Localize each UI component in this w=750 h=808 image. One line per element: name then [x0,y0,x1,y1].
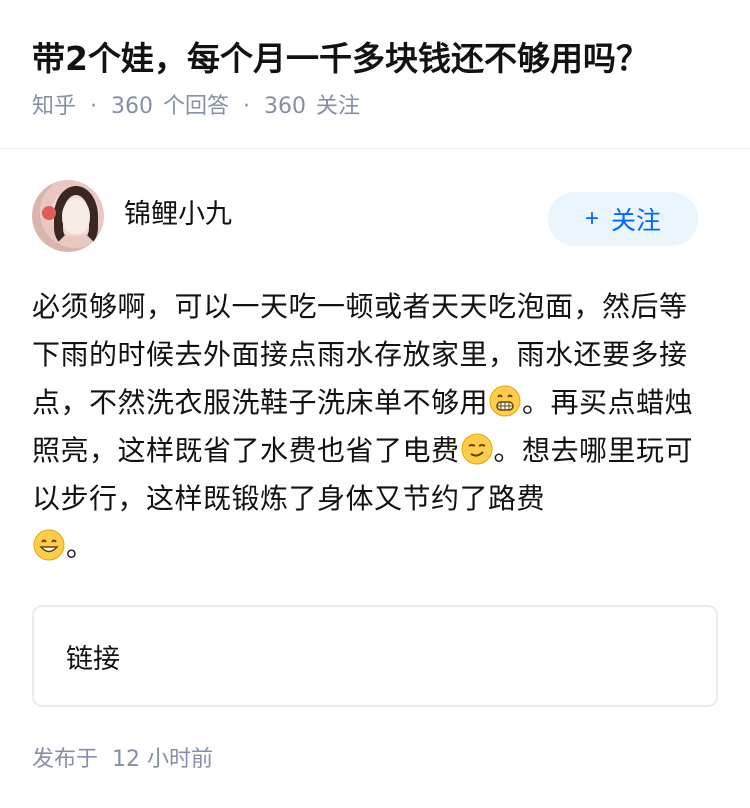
follower-count-label: 关注 [316,94,361,119]
follow-label: 关注 [611,207,662,235]
follower-count-link[interactable]: 360 关注 [264,92,360,122]
published-label: 发布于 [32,747,99,772]
answer-count-label: 个回答 [163,94,230,119]
answer-body: 必须够啊，可以一天吃一顿或者天天吃泡面，然后等下雨的时候去外面接点雨水存放家里，… [0,253,750,571]
grin-emoji-icon [489,385,521,417]
author-row: 锦鲤小九 + 关注 [0,149,750,253]
avatar[interactable] [32,180,104,252]
answer-text-segment: 。 [66,530,95,563]
source-label[interactable]: 知乎 [32,92,76,122]
avatar-face [62,198,90,234]
link-card-label: 链接 [66,643,120,675]
question-header: 带2个娃，每个月一千多块钱还不够用吗？ 知乎 · 360 个回答 · 360 关注 [0,0,750,149]
question-title[interactable]: 带2个娃，每个月一千多块钱还不够用吗？ [32,36,718,82]
follower-count: 360 [264,94,307,119]
meta-separator: · [243,94,251,119]
smile-emoji-icon [33,529,65,561]
meta-separator: · [90,94,98,119]
smirk-emoji-icon [461,433,493,465]
answer-count: 360 [111,94,154,119]
question-meta: 知乎 · 360 个回答 · 360 关注 [32,92,718,122]
answer-count-link[interactable]: 360 个回答 [111,92,229,122]
link-card[interactable]: 链接 [32,605,718,707]
author-name[interactable]: 锦鲤小九 [124,192,548,231]
avatar-flower [42,206,56,220]
plus-icon: + [584,205,599,232]
publish-time: 发布于 12 小时前 [32,741,750,773]
published-time: 12 小时前 [112,747,214,772]
follow-button[interactable]: + 关注 [548,192,698,246]
